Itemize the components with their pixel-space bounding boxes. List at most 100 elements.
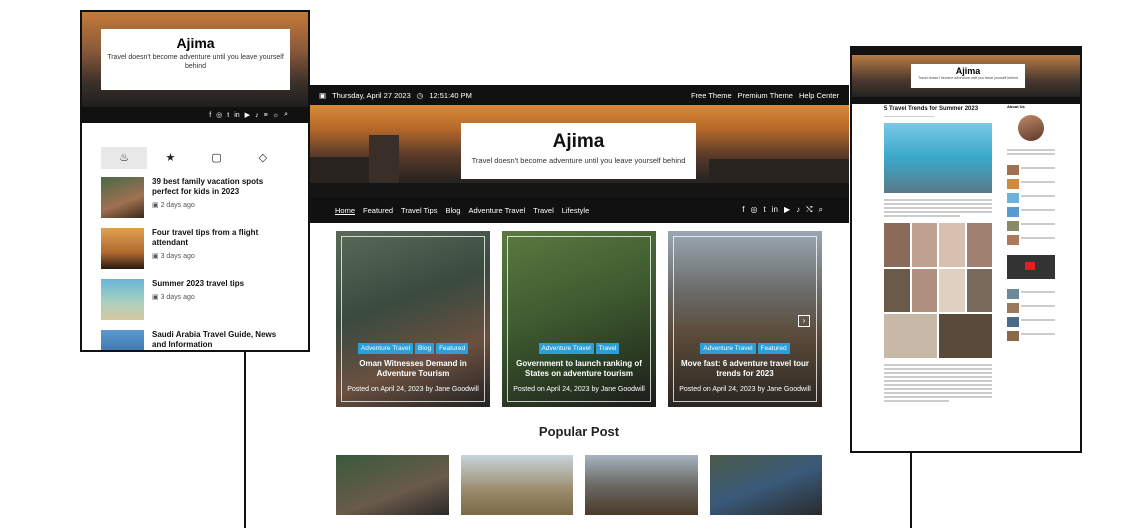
list-item[interactable]: Four travel tips from a flight attendant…	[101, 228, 308, 279]
category-tag[interactable]: Blog	[415, 343, 435, 354]
star-icon[interactable]: ★	[147, 147, 193, 169]
post-title[interactable]: 39 best family vacation spots perfect fo…	[152, 177, 282, 197]
desktop-preview: ▣ Thursday, April 27 2023 ◷ 12:51:40 PM …	[309, 85, 849, 528]
category-tag[interactable]: Adventure Travel	[538, 343, 594, 354]
list-item[interactable]: Summer 2023 travel tips ▣ 3 days ago	[101, 279, 308, 330]
popular-post-thumbnail[interactable]	[460, 455, 573, 515]
facebook-icon[interactable]: f	[742, 205, 744, 215]
about-heading: About Us	[1007, 104, 1025, 109]
mini-top-bar	[852, 48, 1080, 55]
shuffle-icon[interactable]: ⤭	[806, 205, 812, 215]
sidebar-list	[1007, 165, 1055, 245]
mobile-post-list: 39 best family vacation spots perfect fo…	[82, 169, 308, 350]
connector-line	[910, 453, 912, 528]
mobile-site-title[interactable]: Ajima	[101, 35, 290, 51]
card-title[interactable]: Move fast: 6 adventure travel tour trend…	[678, 359, 812, 379]
post-content: 5 Travel Trends for Summer 2023	[884, 106, 992, 402]
nav-featured[interactable]: Featured	[363, 206, 393, 215]
card-title[interactable]: Oman Witnesses Demand in Adventure Touri…	[346, 359, 480, 379]
category-tag[interactable]: Travel	[595, 343, 620, 354]
time-text: 12:51:40 PM	[429, 90, 472, 100]
main-nav: Home Featured Travel Tips Blog Adventure…	[309, 197, 849, 223]
mini-site-title[interactable]: Ajima	[911, 66, 1025, 76]
list-item[interactable]: 39 best family vacation spots perfect fo…	[101, 177, 308, 228]
site-title-card: Ajima Travel doesn't become adventure un…	[461, 123, 696, 179]
avatar	[1018, 115, 1044, 141]
featured-card[interactable]: Adventure Travel Blog Featured Oman Witn…	[336, 231, 490, 407]
card-meta: Posted on April 24, 2023 by Jane Goodwil…	[679, 386, 811, 393]
mobile-title-card: Ajima Travel doesn't become adventure un…	[101, 29, 290, 90]
post-thumbnail[interactable]	[101, 177, 144, 218]
mobile-site-tagline: Travel doesn't become adventure until yo…	[107, 54, 284, 70]
help-center-link[interactable]: Help Center	[799, 91, 839, 100]
top-bar: ▣ Thursday, April 27 2023 ◷ 12:51:40 PM …	[309, 85, 849, 105]
featured-card[interactable]: Adventure Travel Travel Government to la…	[502, 231, 656, 407]
fire-icon[interactable]: ♨	[101, 147, 148, 169]
nav-travel-tips[interactable]: Travel Tips	[401, 206, 437, 215]
site-tagline: Travel doesn't become adventure until yo…	[471, 156, 686, 165]
list-item[interactable]: Saudi Arabia Travel Guide, News and Info…	[101, 330, 308, 350]
post-title[interactable]: Summer 2023 travel tips	[152, 279, 282, 289]
popular-post-thumbnail[interactable]	[585, 455, 698, 515]
tag-icon[interactable]: ◇	[240, 147, 286, 169]
menu-icon[interactable]: ≡	[264, 112, 268, 119]
nav-blog[interactable]: Blog	[445, 206, 460, 215]
youtube-icon[interactable]: ▶	[245, 111, 250, 119]
play-icon	[1025, 262, 1035, 270]
post-featured-image	[884, 123, 992, 193]
category-tag[interactable]: Featured	[757, 343, 790, 354]
nav-travel[interactable]: Travel	[533, 206, 554, 215]
tiktok-icon[interactable]: ♪	[796, 205, 800, 215]
featured-slider: Adventure Travel Blog Featured Oman Witn…	[309, 223, 849, 418]
category-tag[interactable]: Adventure Travel	[357, 343, 414, 354]
instagram-icon[interactable]: ◎	[216, 111, 222, 119]
popular-post-heading: Popular Post	[538, 424, 620, 439]
post-title[interactable]: Saudi Arabia Travel Guide, News and Info…	[152, 330, 282, 350]
chevron-right-icon[interactable]: ›	[798, 315, 810, 327]
gallery-grid	[884, 223, 992, 358]
hero-banner: Ajima Travel doesn't become adventure un…	[309, 105, 849, 197]
connector-line	[244, 352, 246, 528]
post-thumbnail[interactable]	[101, 279, 144, 320]
popular-post-thumbnail[interactable]	[336, 455, 449, 515]
clock-icon: ◷	[416, 90, 424, 100]
nav-home[interactable]: Home	[335, 206, 355, 215]
post-thumbnail[interactable]	[101, 330, 144, 350]
comment-icon[interactable]: ▢	[194, 147, 240, 169]
linkedin-icon[interactable]: in	[772, 205, 778, 215]
search-icon[interactable]: ⌕	[284, 111, 288, 119]
premium-theme-link[interactable]: Premium Theme	[738, 91, 793, 100]
instagram-icon[interactable]: ◎	[751, 205, 758, 215]
mini-nav	[852, 97, 1080, 104]
nav-adventure-travel[interactable]: Adventure Travel	[468, 206, 525, 215]
free-theme-link[interactable]: Free Theme	[691, 91, 732, 100]
twitter-icon[interactable]: t	[227, 112, 229, 119]
featured-card[interactable]: › Adventure Travel Featured Move fast: 6…	[668, 231, 822, 407]
card-title[interactable]: Government to launch ranking of States o…	[512, 359, 646, 379]
video-embed[interactable]	[1007, 255, 1055, 279]
mobile-icon-bar: f ◎ t in ▶ ♪ ≡ ☼ ⌕	[82, 107, 308, 123]
twitter-icon[interactable]: t	[763, 205, 765, 215]
date-text: Thursday, April 27 2023	[332, 90, 411, 100]
site-title[interactable]: Ajima	[461, 131, 696, 153]
mobile-preview: Ajima Travel doesn't become adventure un…	[80, 10, 310, 352]
category-tag[interactable]: Featured	[436, 343, 469, 354]
widget-tabs: ♨ ★ ▢ ◇	[101, 147, 286, 169]
popular-post-thumbnail[interactable]	[709, 455, 822, 515]
post-sidebar: About Us	[1007, 104, 1055, 341]
card-meta: Posted on April 24, 2023 by Jane Goodwil…	[347, 386, 479, 393]
post-date: 2 days ago	[160, 202, 195, 209]
search-icon[interactable]: ⌕	[819, 205, 823, 215]
sun-icon[interactable]: ☼	[273, 112, 279, 119]
nav-lifestyle[interactable]: Lifestyle	[562, 206, 590, 215]
linkedin-icon[interactable]: in	[234, 112, 239, 119]
post-title[interactable]: Four travel tips from a flight attendant	[152, 228, 282, 248]
category-tag[interactable]: Adventure Travel	[700, 343, 756, 354]
post-thumbnail[interactable]	[101, 228, 144, 269]
youtube-icon[interactable]: ▶	[784, 205, 790, 215]
calendar-icon: ▣	[152, 294, 161, 301]
single-post-preview: Ajima Travel doesn't become adventure un…	[850, 46, 1082, 453]
facebook-icon[interactable]: f	[209, 112, 211, 119]
mini-hero: Ajima Travel doesn't become adventure un…	[852, 55, 1080, 97]
tiktok-icon[interactable]: ♪	[255, 112, 259, 119]
